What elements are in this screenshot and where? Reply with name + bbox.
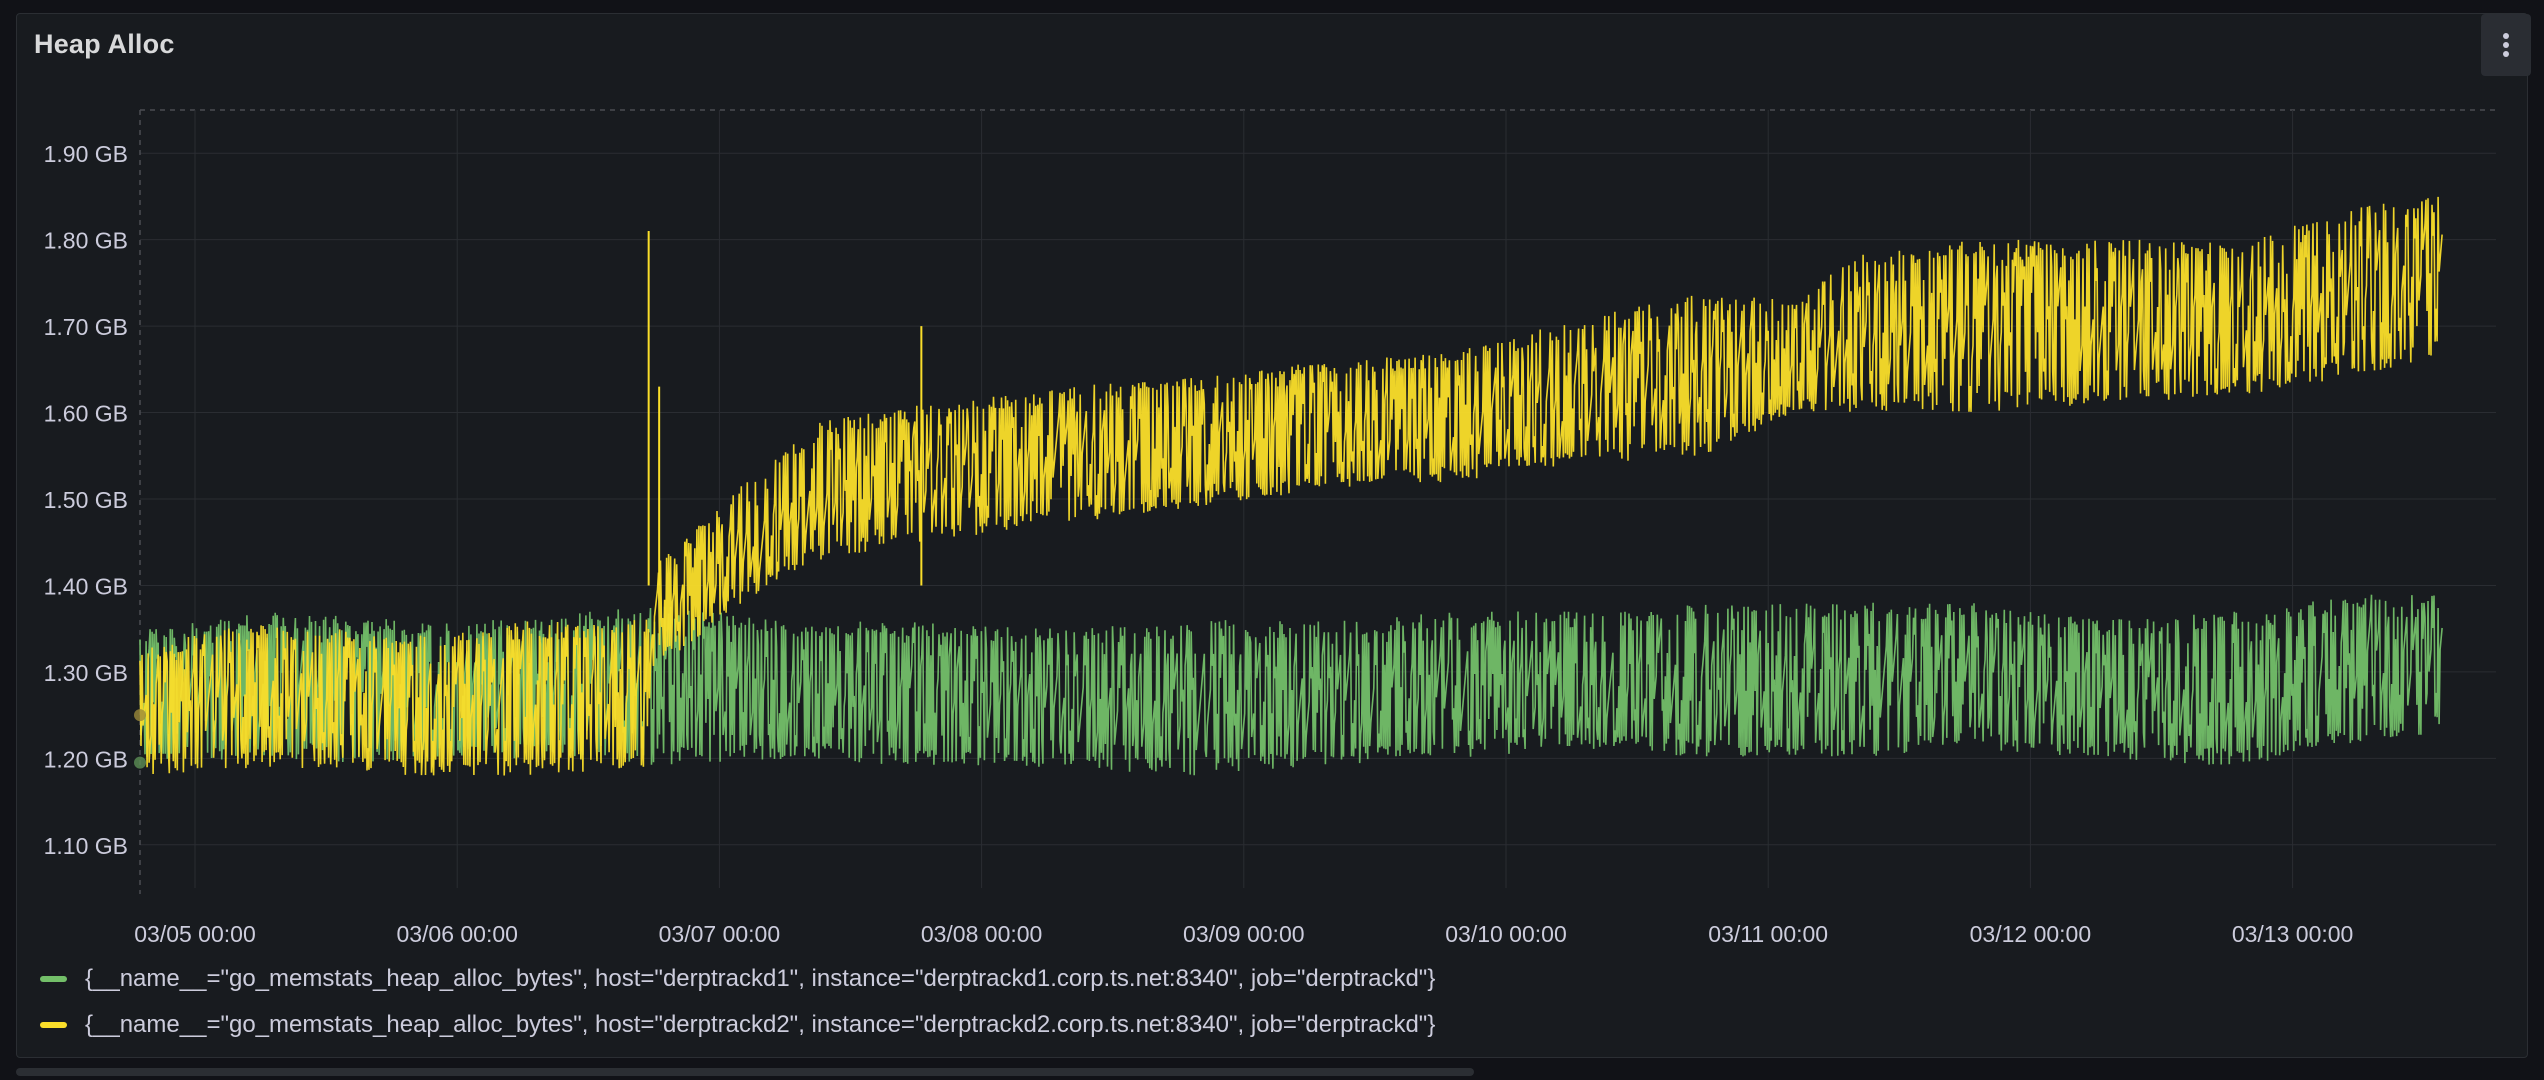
y-tick-label: 1.20 GB (44, 746, 128, 772)
series-start-marker-green (134, 756, 146, 769)
y-tick-label: 1.30 GB (44, 660, 128, 686)
legend-swatch-green (40, 976, 67, 982)
x-tick-label: 03/06 00:00 (396, 921, 518, 947)
legend-swatch-yellow (40, 1022, 67, 1028)
x-tick-label: 03/05 00:00 (134, 921, 256, 947)
y-tick-label: 1.10 GB (44, 833, 128, 859)
x-tick-label: 03/10 00:00 (1445, 921, 1567, 947)
legend: {__name__="go_memstats_heap_alloc_bytes"… (40, 956, 1435, 1048)
y-tick-label: 1.80 GB (44, 228, 128, 254)
legend-item-derptrackd1[interactable]: {__name__="go_memstats_heap_alloc_bytes"… (40, 956, 1435, 1002)
x-tick-label: 03/08 00:00 (921, 921, 1043, 947)
y-tick-label: 1.60 GB (44, 401, 128, 427)
x-tick-label: 03/09 00:00 (1183, 921, 1305, 947)
series-start-marker-yellow (134, 709, 146, 722)
y-tick-label: 1.50 GB (44, 487, 128, 513)
x-tick-label: 03/12 00:00 (1970, 921, 2092, 947)
x-tick-label: 03/07 00:00 (659, 921, 781, 947)
y-tick-label: 1.70 GB (44, 314, 128, 340)
legend-label: {__name__="go_memstats_heap_alloc_bytes"… (85, 965, 1436, 992)
y-tick-label: 1.90 GB (44, 141, 128, 167)
x-tick-label: 03/13 00:00 (2232, 921, 2354, 947)
horizontal-scrollbar[interactable] (16, 1068, 1474, 1076)
x-tick-label: 03/11 00:00 (1708, 921, 1828, 947)
y-tick-label: 1.40 GB (44, 573, 128, 599)
legend-item-derptrackd2[interactable]: {__name__="go_memstats_heap_alloc_bytes"… (40, 1002, 1435, 1048)
legend-label: {__name__="go_memstats_heap_alloc_bytes"… (85, 1011, 1436, 1038)
heap-alloc-chart[interactable]: 1.90 GB 1.80 GB 1.70 GB 1.60 GB 1.50 GB 1.40 … (0, 0, 2544, 950)
